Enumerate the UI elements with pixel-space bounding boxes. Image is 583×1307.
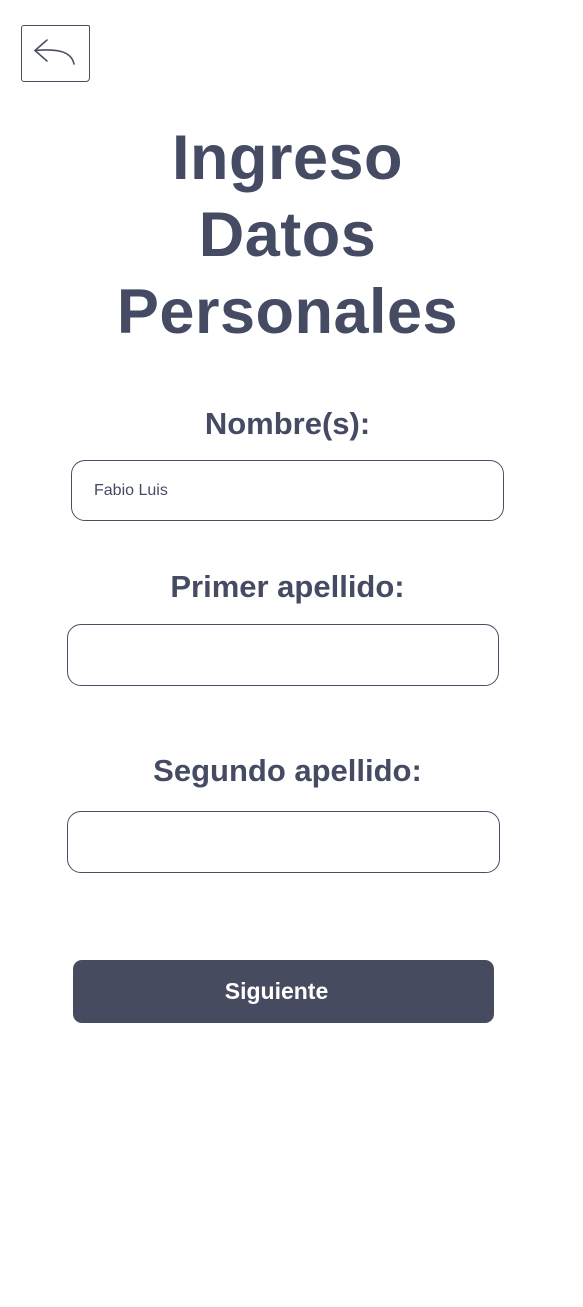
segundo-apellido-label: Segundo apellido: (153, 753, 422, 788)
back-button[interactable] (21, 25, 90, 82)
segundo-apellido-input[interactable] (67, 811, 500, 873)
next-button[interactable]: Siguiente (73, 960, 494, 1023)
nombre-label: Nombre(s): (204, 406, 371, 441)
page-title-line-3: Personales (116, 277, 459, 347)
primer-apellido-input[interactable] (67, 624, 499, 686)
primer-apellido-label: Primer apellido: (170, 569, 405, 604)
page-title-line-2: Datos (198, 200, 377, 270)
page-title: Ingreso Datos Personales (0, 120, 575, 351)
nombre-input[interactable] (71, 460, 504, 521)
page-title-line-1: Ingreso (171, 123, 404, 193)
reply-arrow-icon (33, 38, 75, 65)
